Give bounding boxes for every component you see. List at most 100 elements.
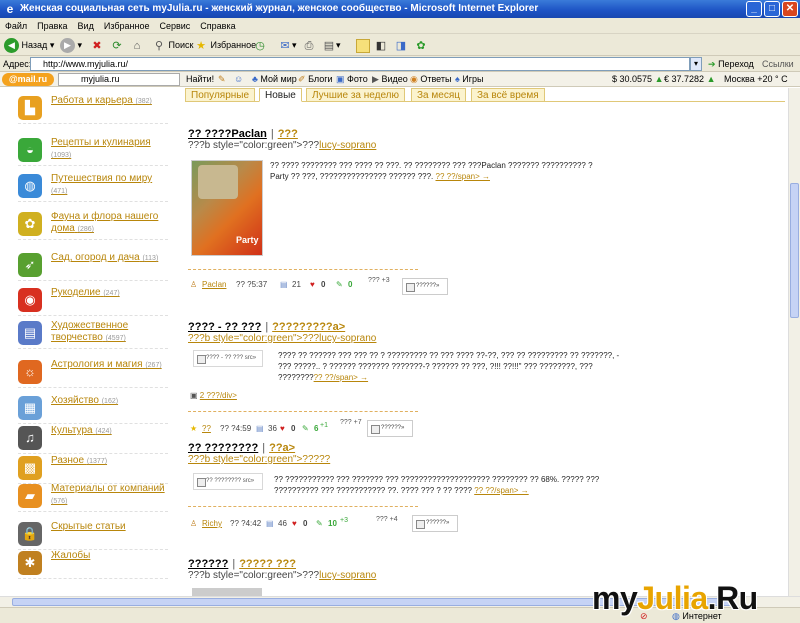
post-image[interactable]: Party	[191, 160, 263, 256]
menu-file[interactable]: Файл	[0, 18, 32, 34]
author-prefix[interactable]: ???b style="color:green">?????	[188, 454, 330, 465]
tab-month[interactable]: За месяц	[411, 88, 466, 102]
edit-button[interactable]: ▤ ▾	[322, 37, 341, 53]
photo-link[interactable]: ▣ Фото	[336, 72, 368, 87]
maximize-button[interactable]: □	[764, 1, 780, 17]
menu-help[interactable]: Справка	[195, 18, 240, 34]
sidebar-item-11[interactable]: ▩ Разное (1377)	[18, 454, 168, 484]
stop-button[interactable]: ✖	[90, 37, 104, 53]
sidebar-item-8[interactable]: ☼ Астрология и магия (267)	[18, 358, 168, 388]
post-title-link[interactable]: ???? - ?? ???	[188, 321, 261, 333]
comments-icon[interactable]: ✎	[316, 518, 323, 530]
sidebar-item-label[interactable]: Художественное творчество (4597)	[51, 320, 166, 345]
messenger-button[interactable]: ◨	[394, 37, 408, 53]
rate-box[interactable]: ??????»	[402, 278, 448, 295]
read-more-link[interactable]: ?? ??/span> →	[314, 373, 368, 382]
video-link[interactable]: ▶ Видео	[372, 72, 408, 87]
stats-user-link[interactable]: ??	[202, 423, 211, 435]
attachments-link[interactable]: 2 ???/div>	[200, 391, 237, 400]
sidebar-item-label[interactable]: Скрытые статьи	[51, 521, 166, 534]
sidebar-item-label[interactable]: Материалы от компаний (576)	[51, 483, 166, 508]
refresh-button[interactable]: ⟳	[110, 37, 124, 53]
post-section-link[interactable]: ??a>	[269, 442, 295, 454]
comments-icon[interactable]: ✎	[302, 423, 309, 435]
heart-icon[interactable]: ♥	[292, 518, 297, 530]
sidebar-item-3[interactable]: ◍ Путешествия по миру (471)	[18, 172, 168, 202]
mail-search-input[interactable]: myjulia.ru	[58, 73, 180, 86]
blogs-link[interactable]: ✐ Блоги	[298, 72, 333, 87]
stats-user-link[interactable]: Paclan	[202, 279, 226, 291]
search-button[interactable]: ⚲ Поиск	[152, 37, 194, 53]
tab-week[interactable]: Лучшие за неделю	[306, 88, 406, 102]
tab-popular[interactable]: Популярные	[185, 88, 256, 102]
sidebar-item-13[interactable]: 🔒 Скрытые статьи	[18, 520, 168, 550]
sidebar-item-label[interactable]: Культура (424)	[51, 425, 166, 438]
mail-button[interactable]: ✉ ▾	[278, 37, 296, 53]
post-section-link[interactable]: ????? ???	[239, 558, 296, 570]
sidebar-item-7[interactable]: ▤ Художественное творчество (4597)	[18, 319, 168, 349]
sidebar-item-label[interactable]: Хозяйство (162)	[51, 395, 166, 408]
mail-ru-logo[interactable]: @mail.ru	[2, 73, 54, 86]
author-link[interactable]: lucy-soprano	[319, 333, 376, 344]
post-thumb[interactable]: ???? - ?? ??? src»	[193, 350, 263, 367]
sidebar-item-9[interactable]: ▦ Хозяйство (162)	[18, 394, 168, 424]
heart-icon[interactable]: ♥	[310, 279, 315, 291]
address-dropdown-button[interactable]: ▾	[690, 57, 702, 71]
menu-favorites[interactable]: Избранное	[99, 18, 155, 34]
sidebar-item-5[interactable]: ➶ Сад, огород и дача (113)	[18, 251, 168, 281]
research-button[interactable]: ◧	[374, 37, 388, 53]
favorites-button[interactable]: ★ Избранное	[194, 37, 256, 53]
tab-new[interactable]: Новые	[259, 88, 302, 102]
sidebar-item-label[interactable]: Путешествия по миру (471)	[51, 173, 166, 198]
icq-button[interactable]: ✿	[414, 37, 428, 53]
address-input[interactable]: http://www.myjulia.ru/	[30, 57, 690, 71]
sidebar-item-2[interactable]: ◒ Рецепты и кулинария (1093)	[18, 136, 168, 166]
sidebar-item-10[interactable]: ♫ Культура (424)	[18, 424, 168, 454]
menu-view[interactable]: Вид	[73, 18, 99, 34]
games-link[interactable]: ♠ Игры	[455, 72, 484, 87]
sidebar-item-label[interactable]: Рукоделие (247)	[51, 287, 166, 300]
vertical-scrollbar[interactable]	[788, 88, 800, 596]
sidebar-item-4[interactable]: ✿ Фауна и флора нашего дома (286)	[18, 210, 168, 240]
history-button[interactable]: ◷	[253, 37, 267, 53]
sidebar-item-label[interactable]: Разное (1377)	[51, 455, 166, 468]
my-world-link[interactable]: ♣ Мой мир	[252, 72, 297, 87]
rate-box[interactable]: ??????»	[412, 515, 458, 532]
sidebar-item-label[interactable]: Рецепты и кулинария (1093)	[51, 137, 166, 162]
post-thumb[interactable]: ?? ???????? src»	[193, 473, 263, 490]
home-button[interactable]: ⌂	[130, 37, 144, 53]
print-button[interactable]: ⎙	[302, 37, 316, 53]
vertical-scroll-thumb[interactable]	[790, 183, 799, 318]
heart-icon[interactable]: ♥	[280, 423, 285, 435]
author-link[interactable]: lucy-soprano	[319, 140, 376, 151]
minimize-button[interactable]: _	[746, 1, 762, 17]
find-button[interactable]: Найти!	[186, 72, 214, 87]
menu-edit[interactable]: Правка	[32, 18, 72, 34]
comments-icon[interactable]: ✎	[336, 279, 343, 291]
sidebar-item-label[interactable]: Сад, огород и дача (113)	[51, 252, 166, 265]
sidebar-item-label[interactable]: Работа и карьера (382)	[51, 95, 166, 108]
back-button[interactable]: ◀ Назад ▾	[4, 37, 54, 54]
forward-button[interactable]: ▶ ▾	[60, 37, 82, 54]
sidebar-item-label[interactable]: Астрология и магия (267)	[51, 359, 166, 372]
answers-link[interactable]: ◉ Ответы	[410, 72, 451, 87]
links-button[interactable]: Ссылки	[762, 56, 794, 72]
post-title-link[interactable]: ??????	[188, 558, 228, 570]
sidebar-item-12[interactable]: ▰ Материалы от компаний (576)	[18, 482, 168, 512]
weather[interactable]: Москва +20 ° C	[724, 72, 788, 87]
sidebar-item-6[interactable]: ◉ Рукоделие (247)	[18, 286, 168, 316]
tab-all-time[interactable]: За всё время	[471, 88, 545, 102]
user-icon[interactable]: ☺	[234, 72, 243, 87]
sidebar-item-14[interactable]: ✱ Жалобы	[18, 549, 168, 579]
discuss-button[interactable]	[356, 37, 370, 53]
menu-tools[interactable]: Сервис	[154, 18, 195, 34]
read-more-link[interactable]: ?? ??/span> →	[474, 486, 528, 495]
close-button[interactable]: ✕	[782, 1, 798, 17]
post-section-link[interactable]: ?????????a>	[272, 321, 345, 333]
read-more-link[interactable]: ?? ??/span> →	[436, 172, 490, 181]
rate-box[interactable]: ??????»	[367, 420, 413, 437]
author-link[interactable]: lucy-soprano	[319, 570, 376, 581]
go-button[interactable]: ➔ Переход	[708, 56, 754, 72]
pencil-icon[interactable]: ✎	[218, 72, 226, 87]
post-title-link[interactable]: ?? ????????	[188, 442, 258, 454]
